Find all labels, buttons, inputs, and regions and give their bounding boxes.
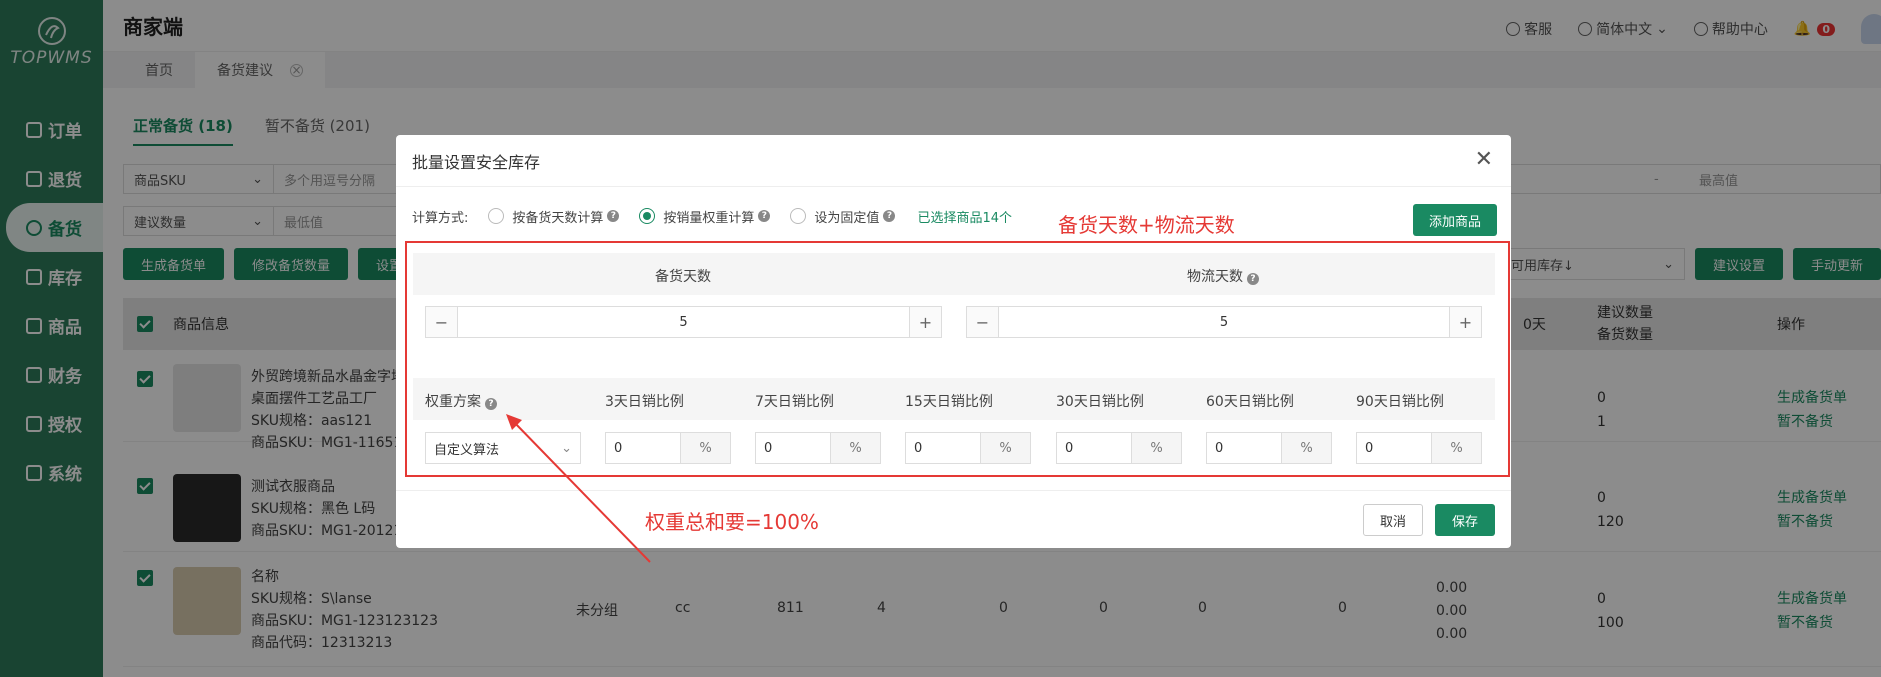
annotation-arrow (506, 414, 651, 563)
